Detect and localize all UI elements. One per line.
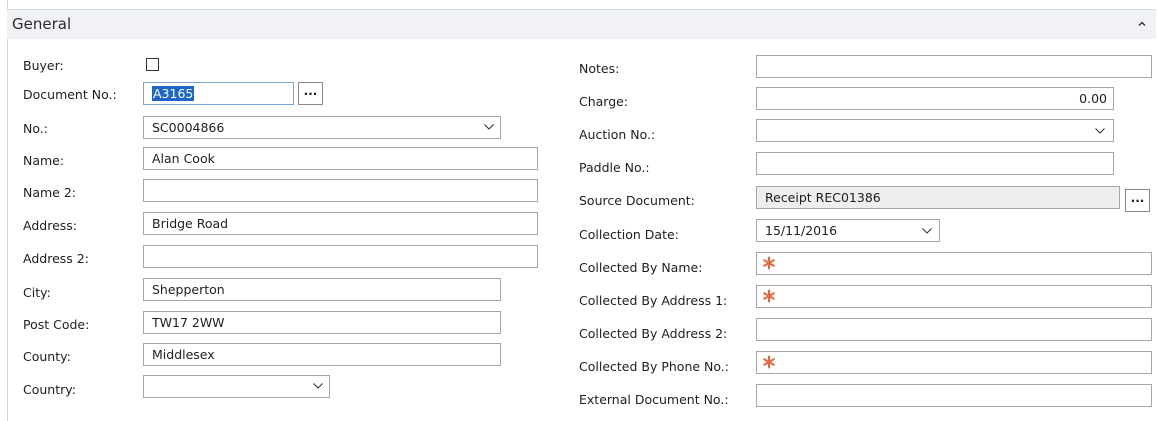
name2-label: Name 2: [23,185,77,200]
paddle-no-field[interactable] [756,152,1114,175]
no-label: No.: [23,121,48,136]
external-document-no-field[interactable] [756,384,1152,407]
county-field[interactable]: Middlesex [143,343,501,366]
asterisk-icon [763,256,775,270]
collected-by-name-label: Collected By Name: [579,260,703,275]
source-document-lookup-button[interactable]: ... [1125,189,1150,212]
chevron-up-icon[interactable] [1136,18,1148,30]
auction-no-dropdown[interactable] [756,119,1114,142]
collected-by-phone-field[interactable] [756,351,1152,374]
post-code-label: Post Code: [23,317,90,332]
source-document-label: Source Document: [579,193,695,208]
auction-no-label: Auction No.: [579,127,656,142]
collected-by-address2-field[interactable] [756,318,1152,341]
chevron-down-icon [484,124,494,130]
collection-date-dropdown[interactable]: 15/11/2016 [756,219,940,242]
charge-label: Charge: [579,94,629,109]
chevron-down-icon [313,383,323,389]
collection-date-value: 15/11/2016 [765,223,838,238]
name-field[interactable]: Alan Cook [143,147,538,170]
name2-field[interactable] [143,179,538,202]
asterisk-icon [763,355,775,369]
document-no-value: A3165 [152,86,195,101]
post-code-field[interactable]: TW17 2WW [143,311,501,334]
buyer-checkbox[interactable] [146,58,159,71]
asterisk-icon [763,289,775,303]
document-no-field[interactable]: A3165 [143,82,294,105]
document-no-label: Document No.: [23,87,117,102]
chevron-down-icon [922,228,932,234]
collected-by-address2-label: Collected By Address 2: [579,326,728,341]
no-dropdown[interactable]: SC0004866 [143,116,501,139]
fasttab-general-header[interactable]: General [7,9,1156,39]
buyer-label: Buyer: [23,58,64,73]
collected-by-address1-label: Collected By Address 1: [579,293,728,308]
city-field[interactable]: Shepperton [143,278,501,301]
external-document-no-label: External Document No.: [579,392,729,407]
notes-field[interactable] [756,55,1152,78]
chevron-down-icon [1095,128,1105,134]
notes-label: Notes: [579,61,620,76]
address-field[interactable]: Bridge Road [143,212,538,235]
collection-date-label: Collection Date: [579,227,679,242]
document-no-lookup-button[interactable]: ... [298,82,323,105]
charge-field[interactable]: 0.00 [756,87,1114,110]
country-label: Country: [23,382,76,397]
country-dropdown[interactable] [143,375,330,398]
collected-by-phone-label: Collected By Phone No.: [579,359,729,374]
collected-by-name-field[interactable] [756,252,1152,275]
city-label: City: [23,285,51,300]
paddle-no-label: Paddle No.: [579,160,650,175]
county-label: County: [23,349,71,364]
source-document-field[interactable]: Receipt REC01386 [756,186,1120,209]
address2-field[interactable] [143,245,538,268]
collected-by-address1-field[interactable] [756,285,1152,308]
address2-label: Address 2: [23,251,89,266]
no-value: SC0004866 [152,120,225,135]
fasttab-title: General [12,15,72,33]
address-label: Address: [23,218,77,233]
name-label: Name: [23,153,65,168]
